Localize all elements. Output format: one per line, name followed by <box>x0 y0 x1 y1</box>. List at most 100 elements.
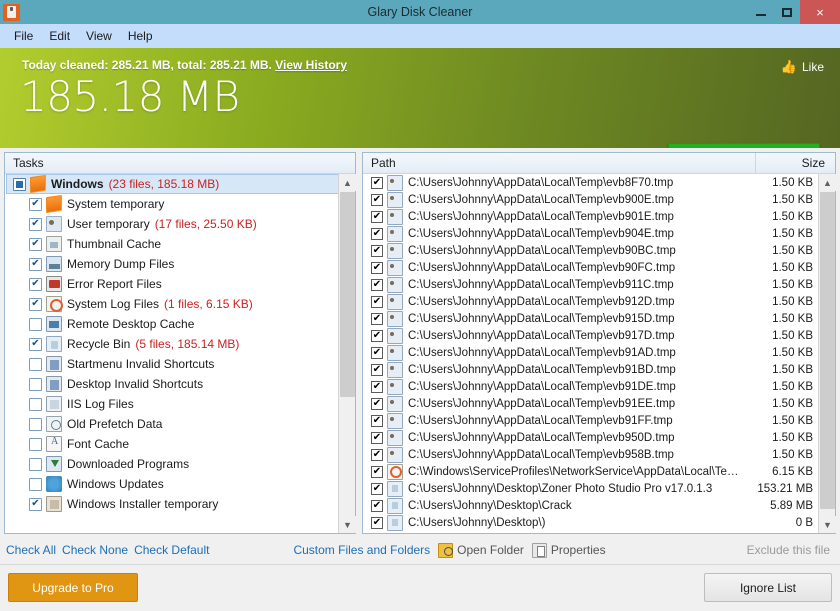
ignore-list-button[interactable]: Ignore List <box>704 573 832 602</box>
file-row[interactable]: C:\Users\Johnny\AppData\Local\Temp\evb8F… <box>363 174 835 191</box>
task-checkbox[interactable] <box>29 277 42 291</box>
file-checkbox[interactable] <box>371 465 383 478</box>
task-row[interactable]: Remote Desktop Cache <box>5 314 355 334</box>
task-checkbox[interactable] <box>29 377 42 391</box>
task-checkbox[interactable] <box>29 237 42 251</box>
check-none-link[interactable]: Check None <box>56 543 128 557</box>
task-row[interactable]: Startmenu Invalid Shortcuts <box>5 354 355 374</box>
file-checkbox[interactable] <box>371 363 383 376</box>
view-history-link[interactable]: View History <box>275 58 347 72</box>
task-row[interactable]: Old Prefetch Data <box>5 414 355 434</box>
file-row[interactable]: C:\Users\Johnny\AppData\Local\Temp\evb90… <box>363 225 835 242</box>
task-checkbox[interactable] <box>29 457 42 471</box>
custom-files-and-folders-link[interactable]: Custom Files and Folders <box>287 543 430 557</box>
file-checkbox[interactable] <box>371 244 383 257</box>
file-row[interactable]: C:\Users\Johnny\AppData\Local\Temp\evb90… <box>363 208 835 225</box>
exclude-this-file-link[interactable]: Exclude this file <box>747 543 840 557</box>
file-checkbox[interactable] <box>371 227 383 240</box>
scroll-up-icon[interactable]: ▲ <box>339 174 356 191</box>
task-row[interactable]: Recycle Bin (5 files, 185.14 MB) <box>5 334 355 354</box>
task-checkbox[interactable] <box>29 497 42 511</box>
file-row[interactable]: C:\Users\Johnny\AppData\Local\Temp\evb90… <box>363 191 835 208</box>
file-row[interactable]: C:\Users\Johnny\AppData\Local\Temp\evb91… <box>363 344 835 361</box>
task-row[interactable]: Thumbnail Cache <box>5 234 355 254</box>
file-row[interactable]: C:\Users\Johnny\Desktop\Crack5.89 MB <box>363 497 835 514</box>
file-checkbox[interactable] <box>371 482 383 495</box>
like-button[interactable]: 👍 Like <box>781 59 824 75</box>
file-checkbox[interactable] <box>371 516 383 529</box>
file-checkbox[interactable] <box>371 414 383 427</box>
file-row[interactable]: C:\Windows\ServiceProfiles\NetworkServic… <box>363 463 835 480</box>
upgrade-to-pro-button[interactable]: Upgrade to Pro <box>8 573 138 602</box>
file-row[interactable]: C:\Users\Johnny\AppData\Local\Temp\evb91… <box>363 327 835 344</box>
files-scroll-thumb[interactable] <box>820 192 835 509</box>
file-checkbox[interactable] <box>371 176 383 189</box>
file-row[interactable]: C:\Users\Johnny\AppData\Local\Temp\evb91… <box>363 293 835 310</box>
task-row[interactable]: Desktop Invalid Shortcuts <box>5 374 355 394</box>
tasks-scroll-thumb[interactable] <box>340 192 355 397</box>
check-all-link[interactable]: Check All <box>0 543 56 557</box>
tasks-scrollbar[interactable]: ▲ ▼ <box>338 174 356 533</box>
file-checkbox[interactable] <box>371 312 383 325</box>
file-checkbox[interactable] <box>371 380 383 393</box>
path-column-header[interactable]: Path <box>363 156 755 170</box>
menu-item-help[interactable]: Help <box>120 26 161 46</box>
task-checkbox[interactable] <box>29 477 42 491</box>
open-folder-button[interactable]: Open Folder <box>438 542 524 558</box>
file-row[interactable]: C:\Users\Johnny\AppData\Local\Temp\evb91… <box>363 395 835 412</box>
file-row[interactable]: C:\Users\Johnny\AppData\Local\Temp\evb91… <box>363 276 835 293</box>
menu-item-edit[interactable]: Edit <box>41 26 78 46</box>
files-scrollbar[interactable]: ▲ ▼ <box>818 174 836 533</box>
task-checkbox[interactable] <box>29 257 42 271</box>
file-row[interactable]: C:\Users\Johnny\AppData\Local\Temp\evb90… <box>363 259 835 276</box>
maximize-button[interactable] <box>774 0 800 24</box>
properties-button[interactable]: Properties <box>531 542 606 558</box>
file-checkbox[interactable] <box>371 499 383 512</box>
task-checkbox[interactable] <box>29 197 42 211</box>
task-row[interactable]: Font Cache <box>5 434 355 454</box>
file-row[interactable]: C:\Users\Johnny\AppData\Local\Temp\evb91… <box>363 361 835 378</box>
task-checkbox[interactable] <box>29 437 42 451</box>
task-checkbox[interactable] <box>29 217 42 231</box>
task-row[interactable]: Windows (23 files, 185.18 MB) <box>6 174 354 194</box>
task-checkbox[interactable] <box>29 397 42 411</box>
task-row[interactable]: Memory Dump Files <box>5 254 355 274</box>
task-row[interactable]: System temporary <box>5 194 355 214</box>
file-row[interactable]: C:\Users\Johnny\AppData\Local\Temp\evb91… <box>363 310 835 327</box>
file-row[interactable]: C:\Users\Johnny\AppData\Local\Temp\evb91… <box>363 412 835 429</box>
file-row[interactable]: C:\Users\Johnny\AppData\Local\Temp\evb95… <box>363 429 835 446</box>
file-row[interactable]: C:\Users\Johnny\AppData\Local\Temp\evb91… <box>363 378 835 395</box>
size-column-header[interactable]: Size <box>755 152 835 174</box>
task-checkbox[interactable] <box>29 297 42 311</box>
file-checkbox[interactable] <box>371 397 383 410</box>
file-row[interactable]: C:\Users\Johnny\Desktop\)0 B <box>363 514 835 531</box>
task-row[interactable]: System Log Files (1 files, 6.15 KB) <box>5 294 355 314</box>
check-default-link[interactable]: Check Default <box>128 543 209 557</box>
task-checkbox[interactable] <box>29 417 42 431</box>
task-checkbox[interactable] <box>29 317 42 331</box>
menu-item-view[interactable]: View <box>78 26 120 46</box>
file-checkbox[interactable] <box>371 431 383 444</box>
scroll-down-icon[interactable]: ▼ <box>339 516 356 533</box>
task-row[interactable]: Error Report Files <box>5 274 355 294</box>
scroll-down-icon[interactable]: ▼ <box>819 516 836 533</box>
file-checkbox[interactable] <box>371 346 383 359</box>
task-row[interactable]: Downloaded Programs <box>5 454 355 474</box>
tasks-list[interactable]: Windows (23 files, 185.18 MB) System tempo… <box>5 174 355 533</box>
task-checkbox[interactable] <box>29 337 42 351</box>
start-cleaning-button[interactable]: Start Cleaning <box>668 143 820 148</box>
file-row[interactable]: C:\Users\Johnny\AppData\Local\Temp\evb95… <box>363 446 835 463</box>
file-checkbox[interactable] <box>371 329 383 342</box>
file-checkbox[interactable] <box>371 448 383 461</box>
file-row[interactable]: C:\Users\Johnny\Desktop\Zoner Photo Stud… <box>363 480 835 497</box>
file-checkbox[interactable] <box>371 210 383 223</box>
file-checkbox[interactable] <box>371 295 383 308</box>
task-row[interactable]: Windows Updates <box>5 474 355 494</box>
file-checkbox[interactable] <box>371 193 383 206</box>
scroll-up-icon[interactable]: ▲ <box>819 174 836 191</box>
menu-item-file[interactable]: File <box>6 26 41 46</box>
file-row[interactable]: C:\Users\Johnny\AppData\Local\Temp\evb90… <box>363 242 835 259</box>
file-checkbox[interactable] <box>371 278 383 291</box>
files-list[interactable]: C:\Users\Johnny\AppData\Local\Temp\evb8F… <box>363 174 835 533</box>
task-row[interactable]: User temporary (17 files, 25.50 KB) <box>5 214 355 234</box>
